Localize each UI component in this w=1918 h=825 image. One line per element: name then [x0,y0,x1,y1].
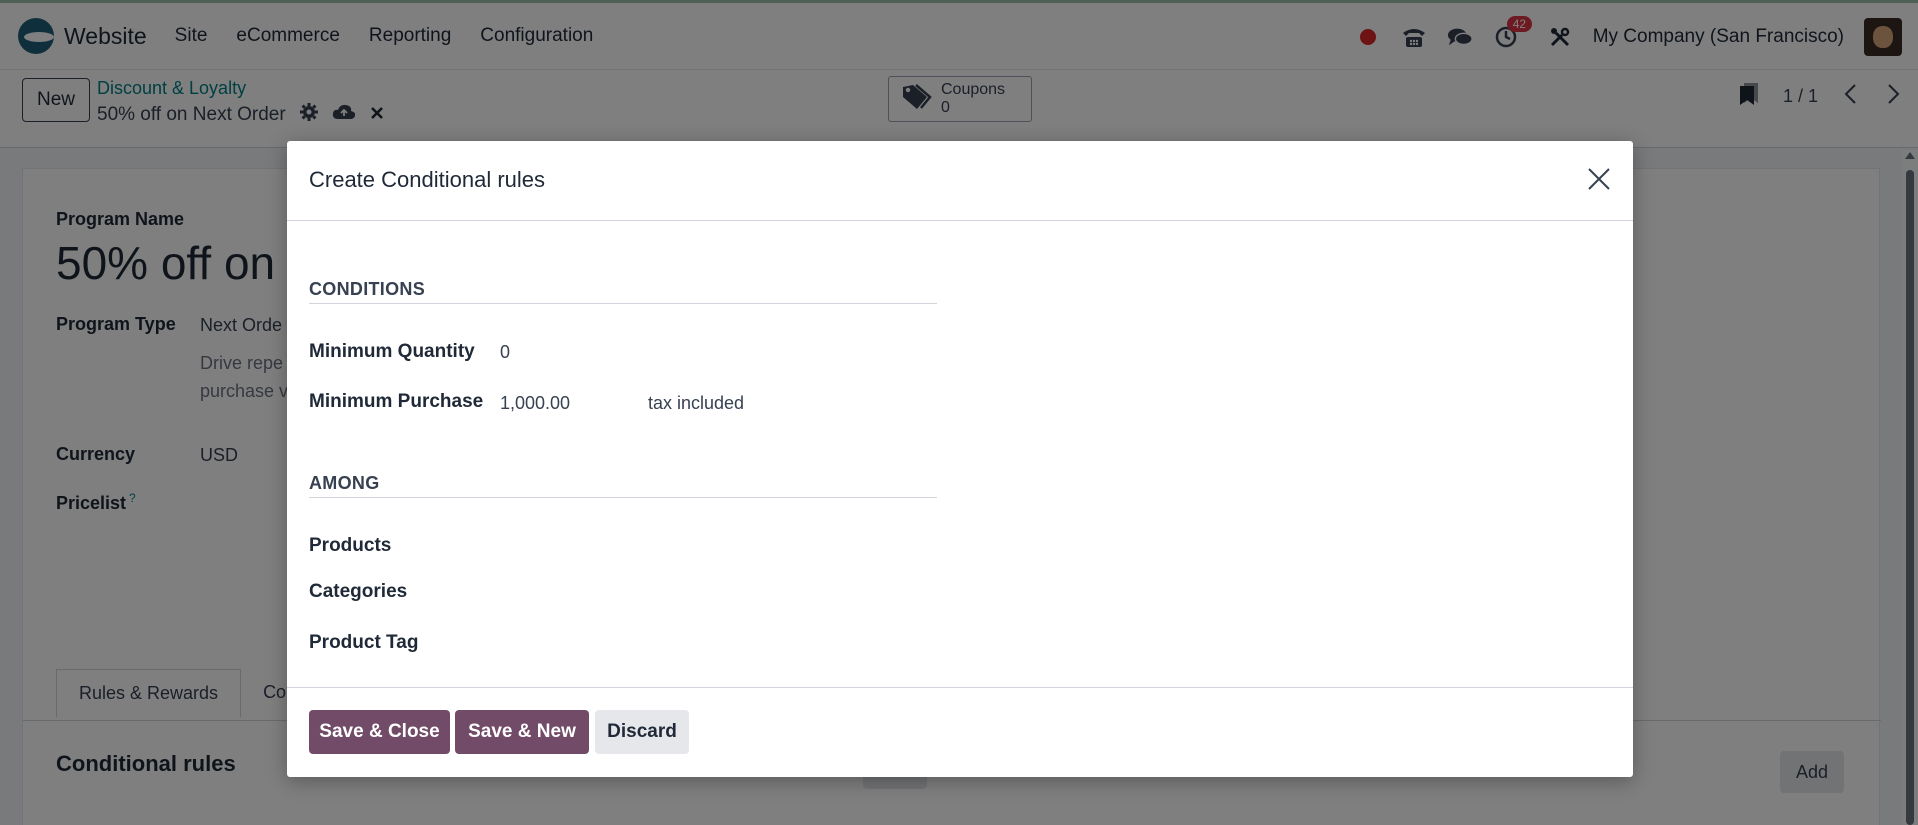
modal-header: Create Conditional rules [287,141,1633,221]
tax-mode-select[interactable]: tax included [648,393,744,414]
categories-field[interactable] [500,577,920,607]
products-field[interactable] [500,531,920,561]
conditions-divider [309,303,937,304]
modal-title: Create Conditional rules [309,167,546,192]
among-divider [309,497,937,498]
discard-button[interactable]: Discard [595,710,689,754]
among-heading: AMONG [309,473,380,493]
modal-footer: Save & Close Save & New Discard [287,687,1633,777]
close-icon[interactable] [1585,165,1613,193]
conditions-heading: CONDITIONS [309,279,426,299]
minimum-purchase-input[interactable]: 1,000.00 [500,393,570,414]
save-new-button[interactable]: Save & New [455,710,589,754]
save-close-button[interactable]: Save & Close [309,710,450,754]
minimum-quantity-label: Minimum Quantity [309,341,475,362]
minimum-purchase-label: Minimum Purchase [309,391,484,412]
categories-label: Categories [309,581,408,602]
minimum-quantity-input[interactable]: 0 [500,342,510,363]
create-conditional-rules-dialog: Create Conditional rules CONDITIONS Mini… [287,141,1633,777]
product-tag-label: Product Tag [309,632,419,653]
product-tag-field[interactable] [500,628,920,658]
products-label: Products [309,535,392,556]
